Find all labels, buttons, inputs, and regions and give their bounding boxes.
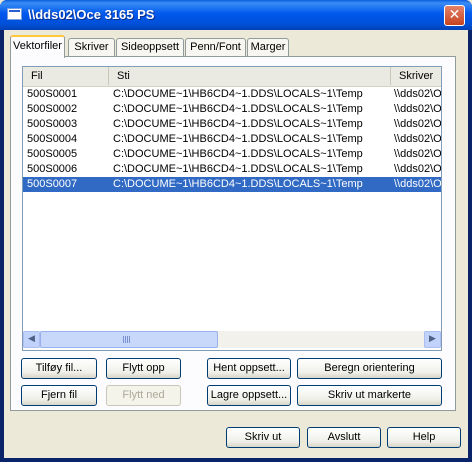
save-setup-button[interactable]: Lagre oppsett... <box>207 385 291 406</box>
close-window-button[interactable]: ✕ <box>444 5 465 26</box>
cell-sti: C:\DOCUME~1\HB6CD4~1.DDS\LOCALS~1\Temp <box>113 103 363 115</box>
column-header-skriver[interactable]: Skriver <box>391 67 441 85</box>
tab-skriver[interactable]: Skriver <box>68 38 115 57</box>
cell-fil: 500S0003 <box>27 118 78 130</box>
calc-orientation-button[interactable]: Beregn orientering <box>297 358 442 379</box>
cell-fil: 500S0004 <box>27 133 78 145</box>
title-bar[interactable]: \\dds02\Oce 3165 PS ✕ <box>0 0 472 30</box>
window-title: \\dds02\Oce 3165 PS <box>28 7 155 22</box>
move-up-button[interactable]: Flytt opp <box>106 358 181 379</box>
cell-fil: 500S0001 <box>27 88 78 100</box>
list-row-selected[interactable]: 500S0007 C:\DOCUME~1\HB6CD4~1.DDS\LOCALS… <box>23 177 441 192</box>
add-file-button[interactable]: Tilføy fil... <box>21 358 97 379</box>
print-button[interactable]: Skriv ut <box>226 427 300 448</box>
help-button[interactable]: Help <box>387 427 461 448</box>
cell-skriver: \\dds02\Oce <box>394 88 441 100</box>
list-header: Fil Sti Skriver <box>23 67 441 87</box>
cell-sti: C:\DOCUME~1\HB6CD4~1.DDS\LOCALS~1\Temp <box>113 118 363 130</box>
cell-sti: C:\DOCUME~1\HB6CD4~1.DDS\LOCALS~1\Temp <box>113 148 363 160</box>
cell-skriver: \\dds02\Oce <box>394 133 441 145</box>
tab-vektorfiler[interactable]: Vektorfiler <box>10 35 65 58</box>
cell-sti: C:\DOCUME~1\HB6CD4~1.DDS\LOCALS~1\Temp <box>113 133 363 145</box>
scroll-thumb[interactable] <box>40 331 218 348</box>
cell-skriver: \\dds02\Oce <box>394 178 441 190</box>
list-row[interactable]: 500S0001 C:\DOCUME~1\HB6CD4~1.DDS\LOCALS… <box>23 87 441 102</box>
exit-button[interactable]: Avslutt <box>307 427 381 448</box>
cell-sti: C:\DOCUME~1\HB6CD4~1.DDS\LOCALS~1\Temp <box>113 163 363 175</box>
cell-fil: 500S0005 <box>27 148 78 160</box>
window-icon <box>7 8 22 20</box>
cell-skriver: \\dds02\Oce <box>394 118 441 130</box>
column-header-fil[interactable]: Fil <box>23 67 109 85</box>
scroll-left-icon[interactable]: ◀ <box>23 331 40 348</box>
tab-marger[interactable]: Marger <box>247 38 289 57</box>
cell-sti: C:\DOCUME~1\HB6CD4~1.DDS\LOCALS~1\Temp <box>113 88 363 100</box>
remove-file-button[interactable]: Fjern fil <box>21 385 97 406</box>
scroll-right-icon[interactable]: ▶ <box>424 331 441 348</box>
dialog-window: \\dds02\Oce 3165 PS ✕ Vektorfiler Skrive… <box>0 0 472 462</box>
list-row[interactable]: 500S0005 C:\DOCUME~1\HB6CD4~1.DDS\LOCALS… <box>23 147 441 162</box>
cell-fil: 500S0007 <box>27 178 78 190</box>
list-row[interactable]: 500S0002 C:\DOCUME~1\HB6CD4~1.DDS\LOCALS… <box>23 102 441 117</box>
cell-skriver: \\dds02\Oce <box>394 148 441 160</box>
column-header-sti[interactable]: Sti <box>109 67 391 85</box>
list-row[interactable]: 500S0004 C:\DOCUME~1\HB6CD4~1.DDS\LOCALS… <box>23 132 441 147</box>
cell-sti: C:\DOCUME~1\HB6CD4~1.DDS\LOCALS~1\Temp <box>113 178 363 190</box>
print-marked-button[interactable]: Skriv ut markerte <box>297 385 442 406</box>
cell-skriver: \\dds02\Oce <box>394 163 441 175</box>
tab-penn-font[interactable]: Penn/Font <box>185 38 246 57</box>
tab-sideoppsett[interactable]: Sideoppsett <box>116 38 184 57</box>
list-row[interactable]: 500S0003 C:\DOCUME~1\HB6CD4~1.DDS\LOCALS… <box>23 117 441 132</box>
move-down-button: Flytt ned <box>106 385 181 406</box>
file-list[interactable]: Fil Sti Skriver 500S0001 C:\DOCUME~1\HB6… <box>22 66 442 351</box>
tab-panel-vektorfiler: Fil Sti Skriver 500S0001 C:\DOCUME~1\HB6… <box>10 56 456 411</box>
cell-fil: 500S0002 <box>27 103 78 115</box>
load-setup-button[interactable]: Hent oppsett... <box>207 358 291 379</box>
cell-skriver: \\dds02\Oce <box>394 103 441 115</box>
dialog-client-area: Vektorfiler Skriver Sideoppsett Penn/Fon… <box>4 30 468 458</box>
cell-fil: 500S0006 <box>27 163 78 175</box>
list-row[interactable]: 500S0006 C:\DOCUME~1\HB6CD4~1.DDS\LOCALS… <box>23 162 441 177</box>
horizontal-scrollbar[interactable]: ◀ ▶ <box>23 331 441 348</box>
